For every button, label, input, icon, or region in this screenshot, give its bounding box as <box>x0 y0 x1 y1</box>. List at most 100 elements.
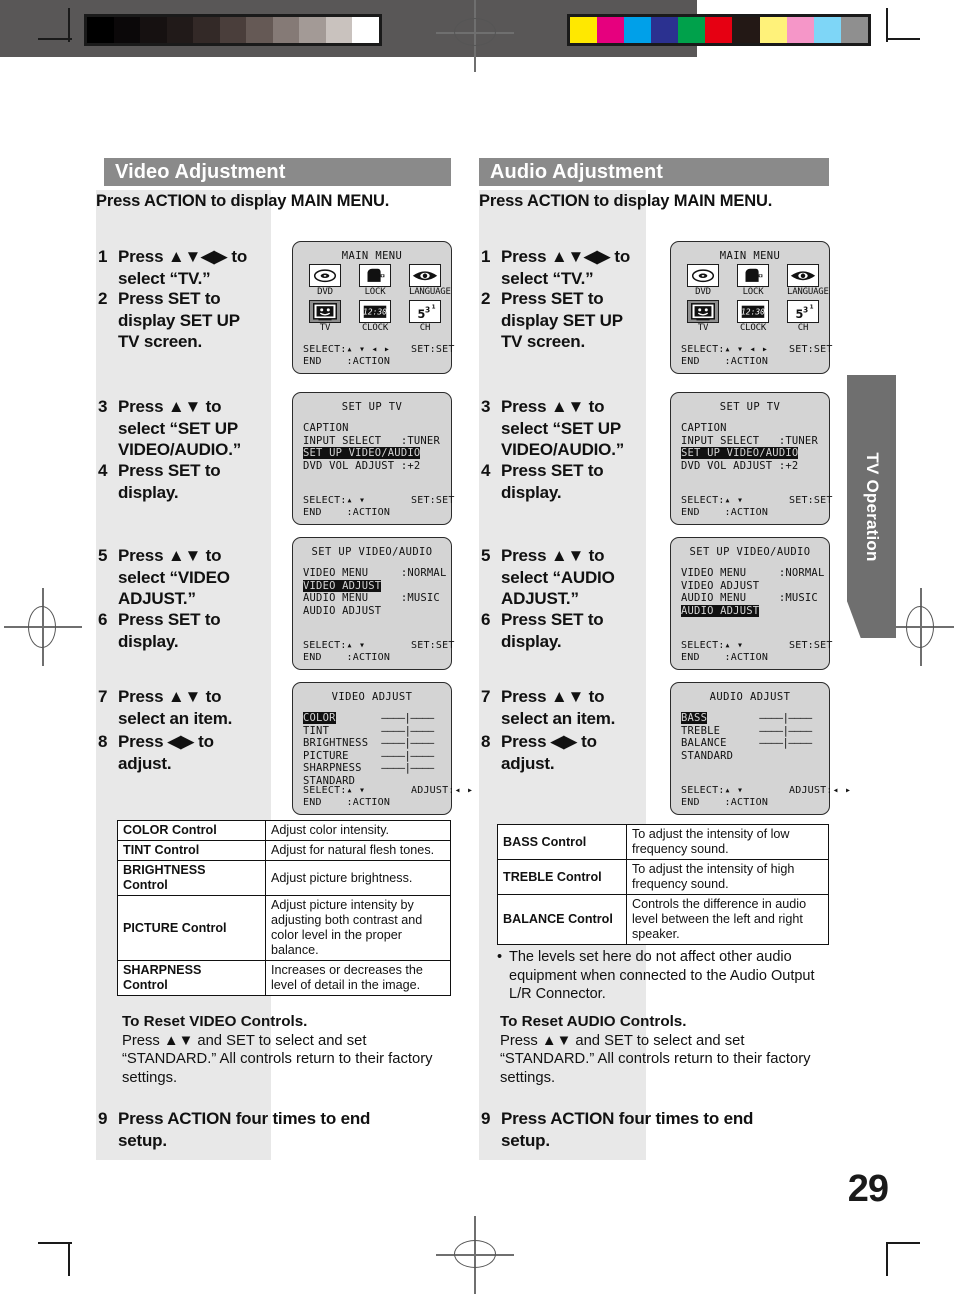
grayscale-calibration-bar <box>84 14 382 46</box>
osd-row-value: :NORMAL <box>400 567 447 579</box>
main-menu-item-tv[interactable]: TV <box>687 300 719 334</box>
main-menu-item-clock[interactable]: 12:30 CLOCK <box>359 300 391 334</box>
osd-footer-action: SET:SET <box>411 344 455 355</box>
osd-row[interactable]: BRIGHTNESS ————|———— <box>303 737 451 750</box>
osd-row-label: TINT <box>303 724 330 737</box>
osd-row[interactable]: DVD VOL ADJUST :+2 <box>303 460 451 473</box>
osd-set-up-tv-left: SET UP TV CAPTION INPUT SELECT :TUNER SET U… <box>292 392 454 525</box>
calibration-swatch <box>759 17 787 43</box>
osd-level-bar[interactable]: ————|———— <box>759 725 812 737</box>
step-number: 8 <box>481 732 491 751</box>
osd-main-menu-right: MAIN MENU DVD LOCK LANGUAGE TV 12:30 CLOCK 5 3 1 C… <box>670 241 832 374</box>
svg-text:12:30: 12:30 <box>363 308 387 317</box>
step-number: 3 <box>98 397 108 416</box>
tv-icon <box>687 300 719 323</box>
osd-title: AUDIO ADJUST <box>709 691 791 703</box>
audio-note-text: The levels set here do not affect other … <box>509 949 815 1002</box>
osd-row-label: VIDEO ADJUST <box>303 579 382 592</box>
section-title-video-label: Video Adjustment <box>115 161 286 183</box>
osd-spacer <box>349 750 382 762</box>
osd-row[interactable]: PICTURE ————|———— <box>303 750 451 763</box>
osd-row[interactable]: BASS ————|———— <box>681 712 829 725</box>
control-name-cell: COLOR Control <box>117 820 266 841</box>
control-description-cell: Adjust picture brightness. <box>265 860 451 896</box>
lock-icon <box>737 264 769 287</box>
main-menu-item-lock[interactable]: LOCK <box>359 264 391 298</box>
osd-level-bar[interactable]: ————|———— <box>381 712 434 724</box>
osd-row-value: :TUNER <box>778 434 818 447</box>
osd-footer-select: SELECT:▴ ▾ <box>303 640 366 651</box>
clock-icon: 12:30 <box>359 300 391 323</box>
osd-row[interactable]: AUDIO ADJUST <box>303 605 451 618</box>
osd-row[interactable]: SET UP VIDEO/AUDIO <box>681 447 829 460</box>
osd-row[interactable]: AUDIO ADJUST <box>681 604 829 618</box>
osd-level-bar[interactable]: ————|———— <box>381 762 434 774</box>
osd-level-bar[interactable]: ————|———— <box>381 725 434 737</box>
calibration-swatch <box>166 17 194 43</box>
osd-row-label: AUDIO MENU <box>681 592 747 605</box>
calibration-swatch <box>219 17 247 43</box>
osd-row[interactable]: AUDIO MENU :MUSIC <box>681 592 829 605</box>
osd-level-bar[interactable]: ————|———— <box>759 737 812 749</box>
osd-row[interactable]: DVD VOL ADJUST :+2 <box>681 460 829 473</box>
osd-row[interactable]: CAPTION <box>303 422 451 435</box>
osd-footer-end: END :ACTION <box>303 652 391 663</box>
main-menu-item-ch[interactable]: 5 3 1 CH <box>787 300 819 334</box>
osd-row[interactable]: VIDEO MENU :NORMAL <box>303 567 451 580</box>
osd-row[interactable]: INPUT SELECT :TUNER <box>303 435 451 448</box>
step-number: 6 <box>98 610 108 629</box>
osd-level-bar[interactable]: ————|———— <box>759 712 812 724</box>
main-menu-item-label: TV <box>319 323 331 333</box>
osd-row[interactable]: VIDEO ADJUST <box>681 580 829 593</box>
main-menu-row: TV 12:30 CLOCK 5 3 1 CH <box>309 300 441 334</box>
main-menu-item-label: TV <box>697 323 709 333</box>
osd-row[interactable]: VIDEO ADJUST <box>303 579 451 593</box>
control-description-cell: Adjust color intensity. <box>265 820 451 841</box>
osd-row[interactable]: BALANCE ————|———— <box>681 737 829 750</box>
main-menu-item-ch[interactable]: 5 3 1 CH <box>409 300 441 334</box>
main-menu-item-tv[interactable]: TV <box>309 300 341 334</box>
step-number: 7 <box>481 687 491 706</box>
osd-level-bar[interactable]: ————|———— <box>381 750 434 762</box>
calibration-swatch <box>813 17 841 43</box>
step-number: 2 <box>481 289 491 308</box>
osd-row[interactable]: SHARPNESS ————|———— <box>303 762 451 775</box>
main-menu-item-dvd[interactable]: DVD <box>687 264 719 298</box>
table-row: BASS Control To adjust the intensity of l… <box>497 824 829 860</box>
osd-spacer <box>727 737 760 749</box>
osd-row[interactable]: INPUT SELECT :TUNER <box>681 435 829 448</box>
osd-row[interactable]: TREBLE ————|———— <box>681 725 829 738</box>
main-menu-item-label: DVD <box>317 287 333 297</box>
osd-footer-end: END :ACTION <box>303 356 391 367</box>
control-name-cell: BRIGHTNESS Control <box>117 860 266 896</box>
step-number: 8 <box>98 732 108 751</box>
osd-row[interactable]: SET UP VIDEO/AUDIO <box>303 447 451 460</box>
osd-row[interactable]: COLOR ————|———— <box>303 712 451 725</box>
osd-level-bar[interactable]: ————|———— <box>381 737 434 749</box>
osd-row[interactable]: AUDIO MENU :MUSIC <box>303 592 451 605</box>
osd-footer-end: END :ACTION <box>303 507 391 518</box>
main-menu-item-language[interactable]: LANGUAGE <box>409 264 451 298</box>
osd-row-list: BASS ————|———— TREBLE ————|———— BALANCE ——… <box>681 712 829 762</box>
osd-row[interactable]: TINT ————|———— <box>303 725 451 738</box>
main-menu-item-language[interactable]: LANGUAGE <box>787 264 829 298</box>
osd-row[interactable]: CAPTION <box>681 422 829 435</box>
osd-row-label: COLOR <box>303 712 336 724</box>
osd-row-label: AUDIO ADJUST <box>681 604 760 617</box>
osd-title: SET UP VIDEO/AUDIO <box>311 546 433 558</box>
osd-row[interactable]: STANDARD <box>681 750 829 763</box>
channel-icon: 531 <box>409 300 441 323</box>
step-text: Press ▲▼ to select “SET UP VIDEO/AUDIO.” <box>501 397 625 459</box>
osd-footer-end: END :ACTION <box>681 356 769 367</box>
osd-row-value: :NORMAL <box>778 567 825 579</box>
main-menu-item-dvd[interactable]: DVD <box>309 264 341 298</box>
osd-footer-action: SET:SET <box>411 640 455 651</box>
main-menu-item-lock[interactable]: LOCK <box>737 264 769 298</box>
osd-row[interactable]: VIDEO MENU :NORMAL <box>681 567 829 580</box>
calibration-swatch <box>597 17 625 43</box>
calibration-swatch <box>732 17 760 43</box>
osd-footer-end: END :ACTION <box>681 507 769 518</box>
osd-row-value: :+2 <box>778 459 799 472</box>
main-menu-item-clock[interactable]: 12:30 CLOCK <box>737 300 769 334</box>
osd-row-value: :MUSIC <box>400 592 440 605</box>
